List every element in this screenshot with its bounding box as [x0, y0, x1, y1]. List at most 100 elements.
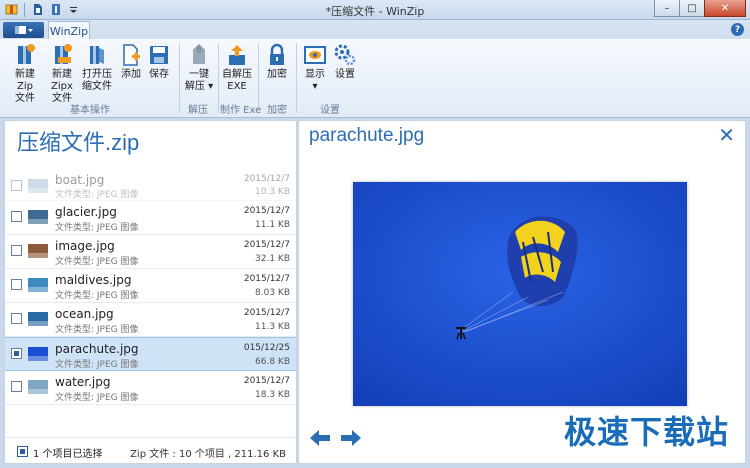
file-type: 文件类型: JPEG 图像 [55, 360, 139, 370]
close-icon[interactable]: ✕ [718, 125, 735, 145]
add-button[interactable]: 添加 [118, 43, 144, 81]
self-extract-button[interactable]: 自解压 EXE [222, 43, 252, 93]
minimize-button[interactable]: – [654, 0, 680, 17]
watermark: 极速下载站 [563, 413, 729, 451]
file-name: water.jpg [55, 375, 111, 389]
file-row[interactable]: ocean.jpg 文件类型: JPEG 图像 2015/12/7 11.3 KB [5, 303, 296, 337]
unzip-button[interactable]: 一键 解压 ▾ [184, 43, 214, 93]
maximize-button[interactable]: □ [679, 0, 705, 17]
arrow-right-icon[interactable] [340, 429, 362, 447]
preview-title: parachute.jpg [309, 125, 425, 146]
settings-label: 设置 [335, 69, 355, 80]
open-zip-label-2: 缩文件 [82, 81, 112, 92]
file-name: boat.jpg [55, 173, 105, 187]
window-controls: – □ ✕ [654, 0, 746, 17]
file-row[interactable]: image.jpg 文件类型: JPEG 图像 2015/12/7 32.1 KB [5, 235, 296, 269]
view-icon [303, 43, 327, 67]
select-all-checkbox[interactable] [17, 446, 28, 457]
file-type: 文件类型: JPEG 图像 [55, 223, 139, 233]
file-thumbnail [28, 278, 48, 292]
file-type: 文件类型: JPEG 图像 [55, 190, 139, 200]
tab-winzip[interactable]: WinZip [48, 21, 90, 40]
help-icon[interactable]: ? [731, 23, 744, 36]
group-separator [179, 43, 180, 113]
preview-image [353, 182, 687, 406]
window-title: *压缩文件 - WinZip [325, 5, 425, 18]
group-label-basic: 基本操作 [70, 105, 110, 116]
file-size: 11.1 KB [255, 220, 290, 230]
file-menu-button[interactable] [3, 22, 44, 38]
close-window-button[interactable]: ✕ [704, 0, 746, 17]
lock-icon [265, 43, 289, 67]
open-zip-label-1: 打开压 [82, 69, 112, 80]
file-size: 10.3 KB [255, 187, 290, 197]
file-size: 11.3 KB [255, 322, 290, 332]
file-thumbnail [28, 210, 48, 224]
new-zip-button[interactable]: 新建Zip 文件 [8, 43, 42, 105]
file-row[interactable]: parachute.jpg 文件类型: JPEG 图像 015/12/25 66.8 … [5, 337, 296, 371]
group-label-unzip: 解压 [188, 105, 208, 116]
ribbon: 新建Zip 文件 新建Zipx 文件 打开压 缩文件 添加 保存 一键 解压 ▾… [0, 39, 750, 118]
view-button[interactable]: 显示 ▾ [302, 43, 328, 93]
new-zipx-label-1: 新建Zipx [51, 69, 73, 92]
group-separator [218, 43, 219, 113]
group-separator [296, 43, 297, 113]
self-extract-label-2: EXE [227, 81, 247, 92]
file-checkbox[interactable] [11, 245, 22, 256]
file-date: 2015/12/7 [243, 308, 290, 318]
new-zip-label-2: 文件 [15, 93, 35, 104]
add-icon [119, 43, 143, 67]
file-size: 8.03 KB [255, 288, 290, 298]
file-checkbox[interactable] [11, 348, 22, 359]
file-type: 文件类型: JPEG 图像 [55, 257, 139, 267]
encrypt-button[interactable]: 加密 [264, 43, 290, 81]
open-zip-icon [85, 43, 109, 67]
file-row[interactable]: boat.jpg 文件类型: JPEG 图像 2015/12/7 10.3 KB [5, 173, 296, 201]
new-zipx-icon [50, 43, 74, 67]
add-label: 添加 [121, 69, 141, 80]
unzip-label-1: 一键 [189, 69, 209, 80]
open-zip-button[interactable]: 打开压 缩文件 [81, 43, 113, 93]
file-list: boat.jpg 文件类型: JPEG 图像 2015/12/7 10.3 KB gla… [5, 173, 296, 405]
file-type: 文件类型: JPEG 图像 [55, 393, 139, 403]
ribbon-tab-bar: WinZip ? [0, 20, 750, 40]
new-zipx-button[interactable]: 新建Zipx 文件 [43, 43, 81, 105]
file-name: glacier.jpg [55, 205, 117, 219]
file-name: ocean.jpg [55, 307, 114, 321]
file-row[interactable]: water.jpg 文件类型: JPEG 图像 2015/12/7 18.3 KB [5, 371, 296, 405]
gear-icon [333, 43, 357, 67]
file-thumbnail [28, 312, 48, 326]
settings-button[interactable]: 设置 [332, 43, 358, 81]
self-extract-label-1: 自解压 [222, 69, 252, 80]
file-checkbox[interactable] [11, 381, 22, 392]
new-zipx-label-2: 文件 [52, 93, 72, 104]
arrow-left-icon[interactable] [309, 429, 331, 447]
file-checkbox[interactable] [11, 279, 22, 290]
file-type: 文件类型: JPEG 图像 [55, 325, 139, 335]
unzip-label-2: 解压 ▾ [184, 81, 214, 92]
group-label-settings: 设置 [320, 105, 340, 116]
file-checkbox[interactable] [11, 211, 22, 222]
save-icon [147, 43, 171, 67]
file-size: 18.3 KB [255, 390, 290, 400]
file-thumbnail [28, 244, 48, 258]
view-dropdown: ▾ [312, 81, 318, 92]
file-checkbox[interactable] [11, 180, 22, 191]
new-zip-icon [13, 43, 37, 67]
file-checkbox[interactable] [11, 313, 22, 324]
group-label-make-exe: 制作 Exe [220, 105, 262, 116]
file-thumbnail [28, 179, 48, 193]
file-thumbnail [28, 380, 48, 394]
file-name: maldives.jpg [55, 273, 132, 287]
file-row[interactable]: maldives.jpg 文件类型: JPEG 图像 2015/12/7 8.03 K… [5, 269, 296, 303]
file-name: image.jpg [55, 239, 115, 253]
file-thumbnail [28, 347, 48, 361]
group-label-encrypt: 加密 [267, 105, 287, 116]
file-date: 015/12/25 [243, 343, 290, 353]
unzip-icon [187, 43, 211, 67]
zip-file-panel: 压缩文件.zip boat.jpg 文件类型: JPEG 图像 2015/12/7 1… [4, 120, 297, 464]
zip-summary: Zip 文件 : 10 个项目 , 211.16 KB [130, 449, 286, 460]
file-row[interactable]: glacier.jpg 文件类型: JPEG 图像 2015/12/7 11.1 KB [5, 201, 296, 235]
save-button[interactable]: 保存 [146, 43, 172, 81]
status-bar: 1 个项目已选择 Zip 文件 : 10 个项目 , 211.16 KB [5, 437, 296, 463]
